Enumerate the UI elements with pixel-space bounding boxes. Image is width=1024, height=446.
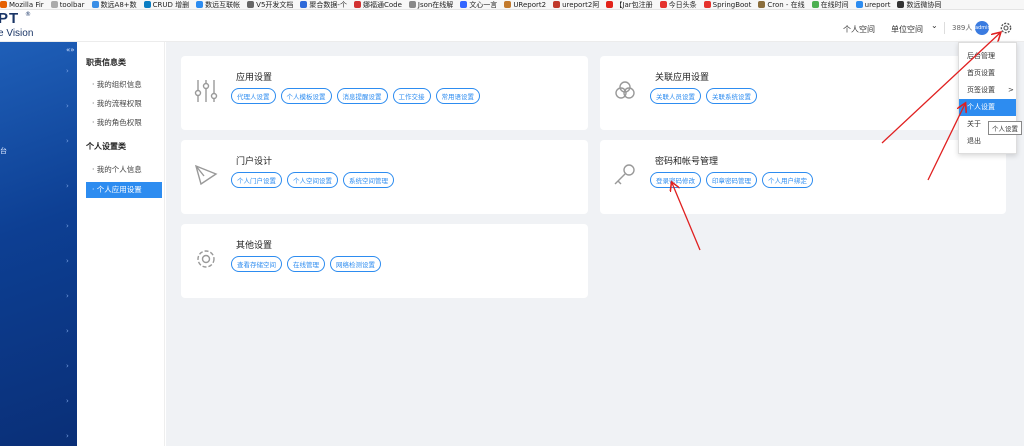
arrow-to-gear [881, 33, 1000, 144]
annotation-arrows [0, 0, 1024, 251]
arrow-to-personal-settings [927, 104, 965, 181]
arrow-to-login-password [672, 183, 701, 251]
